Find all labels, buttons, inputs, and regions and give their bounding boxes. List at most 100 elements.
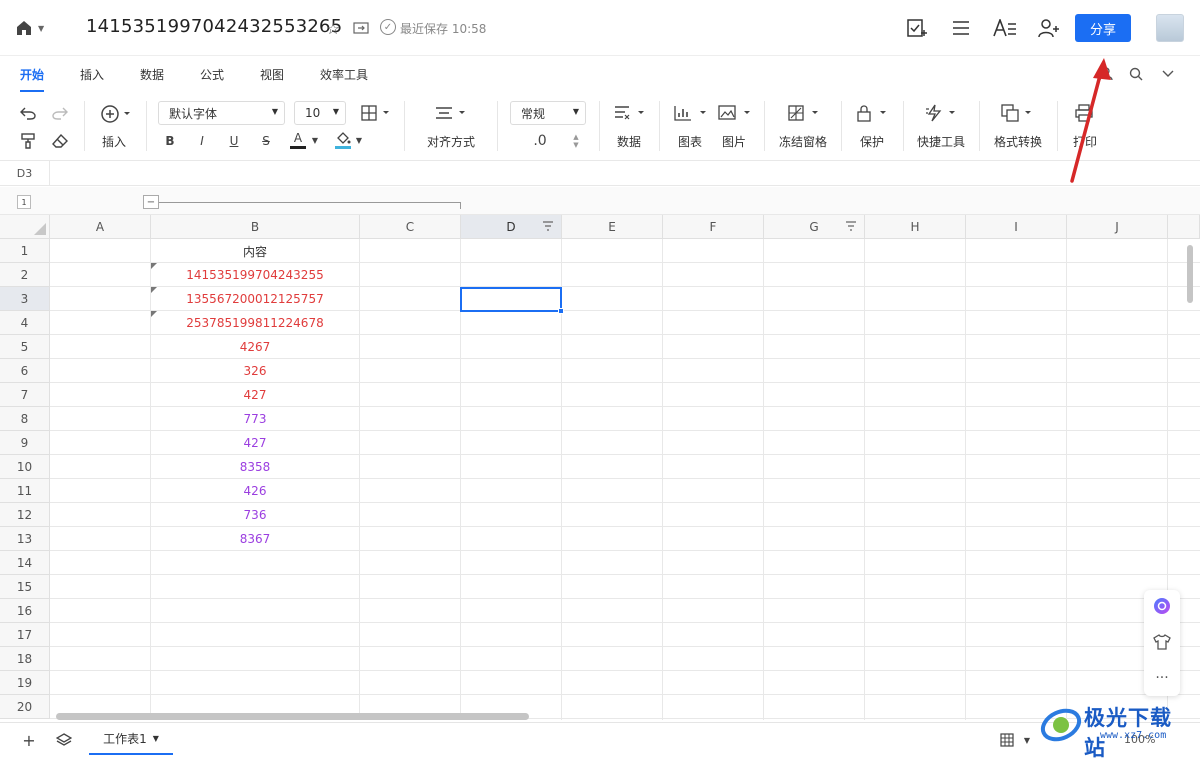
chevron-down-icon[interactable]: ▼ xyxy=(1018,731,1036,749)
collapse-ribbon-icon[interactable] xyxy=(1159,65,1177,83)
collaborators-icon[interactable] xyxy=(1097,65,1115,83)
row-header[interactable]: 15 xyxy=(0,575,50,599)
document-title[interactable]: 1415351997042432553265 xyxy=(86,16,342,37)
quick-tools-dropdown[interactable] xyxy=(925,103,959,123)
home-menu[interactable]: ▼ xyxy=(14,16,54,40)
cell-b9[interactable]: 427 xyxy=(151,431,359,455)
add-sheet-icon[interactable]: + xyxy=(20,731,38,750)
printer-icon[interactable] xyxy=(1074,103,1094,123)
strikethrough-button[interactable]: S xyxy=(258,131,274,151)
view-mode-icon[interactable] xyxy=(998,731,1016,749)
row-header[interactable]: 11 xyxy=(0,479,50,503)
row-header[interactable]: 10 xyxy=(0,455,50,479)
column-header[interactable]: A xyxy=(50,215,151,239)
row-header[interactable]: 5 xyxy=(0,335,50,359)
cell-b11[interactable]: 426 xyxy=(151,479,359,503)
chevron-down-icon[interactable]: ▼ xyxy=(310,133,320,147)
more-options-icon[interactable]: ··· xyxy=(1152,668,1172,688)
cell-b12[interactable]: 736 xyxy=(151,503,359,527)
column-header[interactable]: D xyxy=(461,215,562,239)
insert-dropdown[interactable] xyxy=(97,103,133,125)
row-header[interactable]: 9 xyxy=(0,431,50,455)
redo-icon[interactable] xyxy=(50,103,70,123)
undo-icon[interactable] xyxy=(18,103,38,123)
decimal-button[interactable]: .0 xyxy=(530,131,550,151)
move-to-folder-icon[interactable] xyxy=(351,18,371,38)
protect-dropdown[interactable] xyxy=(856,103,890,123)
avatar[interactable] xyxy=(1156,14,1184,42)
cell-b7[interactable]: 427 xyxy=(151,383,359,407)
select-all-corner[interactable] xyxy=(0,215,50,239)
freeze-panes-dropdown[interactable] xyxy=(788,103,822,123)
column-header[interactable]: B xyxy=(151,215,360,239)
skin-theme-icon[interactable] xyxy=(1152,632,1172,652)
row-header[interactable]: 8 xyxy=(0,407,50,431)
ai-assistant-icon[interactable] xyxy=(1152,596,1172,616)
row-header[interactable]: 7 xyxy=(0,383,50,407)
column-header[interactable]: H xyxy=(865,215,966,239)
font-size-select[interactable]: 10 ▼ xyxy=(294,101,346,125)
tab-view[interactable]: 视图 xyxy=(260,66,284,83)
row-header[interactable]: 3 xyxy=(0,287,50,311)
group-level-button[interactable]: 1 xyxy=(17,195,31,209)
text-format-icon[interactable] xyxy=(992,15,1018,41)
cell-b8[interactable]: 773 xyxy=(151,407,359,431)
cell-b2[interactable]: 141535199704243255 xyxy=(151,263,359,287)
format-convert-dropdown[interactable] xyxy=(1001,103,1035,123)
search-icon[interactable] xyxy=(1127,65,1145,83)
row-header[interactable]: 1 xyxy=(0,239,50,263)
cell-b1[interactable]: 内容 xyxy=(151,239,359,263)
align-dropdown[interactable] xyxy=(434,103,468,123)
add-to-list-icon[interactable] xyxy=(903,15,929,41)
fill-handle[interactable] xyxy=(558,308,564,314)
italic-button[interactable]: I xyxy=(194,131,210,151)
tab-data[interactable]: 数据 xyxy=(140,66,164,83)
picture-dropdown[interactable] xyxy=(718,103,752,123)
number-format-select[interactable]: 常规 ▼ xyxy=(510,101,586,125)
vertical-scrollbar[interactable] xyxy=(1187,245,1193,303)
decimal-stepper[interactable]: ▲ ▼ xyxy=(570,129,582,153)
row-header[interactable]: 4 xyxy=(0,311,50,335)
row-header[interactable]: 12 xyxy=(0,503,50,527)
filter-icon[interactable] xyxy=(845,221,857,234)
tab-formula[interactable]: 公式 xyxy=(200,66,224,83)
filter-icon[interactable] xyxy=(542,221,554,234)
cell-b10[interactable]: 8358 xyxy=(151,455,359,479)
row-header[interactable]: 19 xyxy=(0,671,50,695)
spreadsheet-grid[interactable]: A B C D E F G H I J 1 2 3 4 5 6 7 8 9 10 11 12 13 14 1… xyxy=(0,215,1200,720)
column-header[interactable]: J xyxy=(1067,215,1168,239)
chevron-down-icon[interactable]: ▼ xyxy=(354,133,364,147)
row-header[interactable]: 18 xyxy=(0,647,50,671)
row-header[interactable]: 16 xyxy=(0,599,50,623)
tab-insert[interactable]: 插入 xyxy=(80,66,104,83)
borders-dropdown[interactable] xyxy=(360,103,392,123)
row-header[interactable]: 6 xyxy=(0,359,50,383)
row-header[interactable]: 13 xyxy=(0,527,50,551)
cell-b6[interactable]: 326 xyxy=(151,359,359,383)
active-cell-d3[interactable] xyxy=(460,287,564,314)
fill-color-button[interactable] xyxy=(333,129,353,151)
font-color-button[interactable]: A xyxy=(289,129,307,151)
column-header[interactable]: I xyxy=(966,215,1067,239)
horizontal-scrollbar[interactable] xyxy=(56,713,529,720)
menu-icon[interactable] xyxy=(948,15,974,41)
column-header[interactable]: C xyxy=(360,215,461,239)
cell-reference[interactable]: D3 xyxy=(0,161,50,186)
format-painter-icon[interactable] xyxy=(18,131,38,151)
row-header[interactable]: 20 xyxy=(0,695,50,719)
column-header[interactable]: G xyxy=(764,215,865,239)
column-header[interactable]: F xyxy=(663,215,764,239)
eraser-icon[interactable] xyxy=(50,131,70,151)
row-header[interactable]: 14 xyxy=(0,551,50,575)
star-icon[interactable]: ☆ xyxy=(323,18,343,38)
collapse-group-button[interactable]: − xyxy=(143,195,159,209)
font-family-select[interactable]: 默认字体 ▼ xyxy=(158,101,285,125)
underline-button[interactable]: U xyxy=(226,131,242,151)
cell-b13[interactable]: 8367 xyxy=(151,527,359,551)
bold-button[interactable]: B xyxy=(162,131,178,151)
share-button[interactable]: 分享 xyxy=(1075,14,1131,42)
cell-b5[interactable]: 4267 xyxy=(151,335,359,359)
row-header[interactable]: 2 xyxy=(0,263,50,287)
chart-dropdown[interactable] xyxy=(674,103,708,123)
add-collaborator-icon[interactable] xyxy=(1036,15,1062,41)
